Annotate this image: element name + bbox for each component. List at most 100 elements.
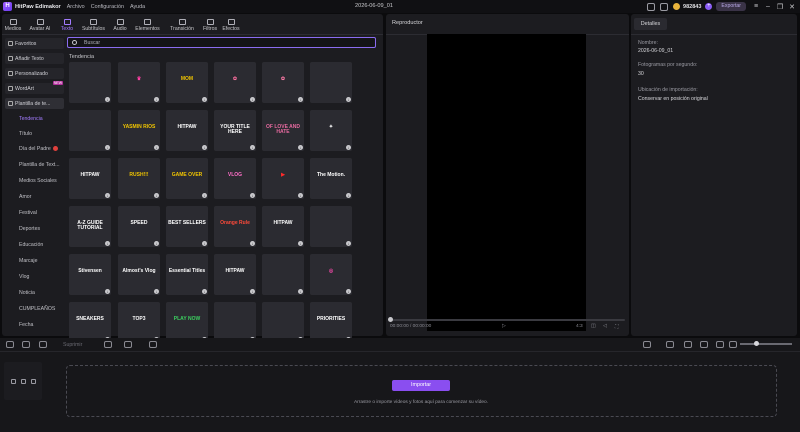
gift-icon[interactable] <box>660 2 669 11</box>
download-icon[interactable]: ↓ <box>250 193 255 198</box>
sidebar-item-plantilla[interactable]: Plantilla de te... <box>5 98 64 109</box>
subitem-dia-del-padre[interactable]: Día del Padre <box>19 146 58 152</box>
menu-ayuda[interactable]: Ayuda <box>130 4 145 10</box>
maximize-icon[interactable]: ❐ <box>776 3 784 11</box>
template-card[interactable]: SPEED ↓ <box>118 206 160 247</box>
screen-record-icon[interactable] <box>647 2 656 11</box>
undo-icon[interactable] <box>6 341 14 348</box>
download-icon[interactable]: ↓ <box>250 241 255 246</box>
template-card[interactable]: BEST SELLERS ↓ <box>166 206 208 247</box>
template-card[interactable]: ↓ <box>69 62 111 103</box>
template-card[interactable]: YASMIN RIOS ↓ <box>118 110 160 151</box>
download-icon[interactable]: ↓ <box>298 289 303 294</box>
download-icon[interactable]: ↓ <box>154 97 159 102</box>
download-icon[interactable]: ↓ <box>346 193 351 198</box>
subitem-marcaje[interactable]: Marcaje <box>19 258 37 264</box>
download-icon[interactable]: ↓ <box>105 193 110 198</box>
download-icon[interactable]: ↓ <box>202 193 207 198</box>
download-icon[interactable]: ↓ <box>202 97 207 102</box>
zoom-out-icon[interactable] <box>729 341 737 348</box>
tab-detalles[interactable]: Detalles <box>634 18 667 30</box>
sidebar-item-anadir-texto[interactable]: Añadir Texto <box>5 53 64 64</box>
add-coins-button[interactable]: + <box>705 3 713 10</box>
template-card[interactable]: HITPAW ↓ <box>166 110 208 151</box>
export-frame-icon[interactable] <box>149 341 157 348</box>
subitem-cumpleanos[interactable]: CUMPLEAÑOS <box>19 306 55 312</box>
redo-icon[interactable] <box>22 341 30 348</box>
template-card[interactable]: ↓ <box>310 62 352 103</box>
download-icon[interactable]: ↓ <box>154 289 159 294</box>
subtitle-track-icon[interactable] <box>700 341 708 348</box>
eye-icon[interactable] <box>31 379 36 384</box>
template-card[interactable]: Orange Rule ↓ <box>214 206 256 247</box>
menu-archivo[interactable]: Archivo <box>67 4 85 10</box>
delete-icon[interactable] <box>39 341 47 348</box>
subitem-tendencia[interactable]: Tendencia <box>19 116 43 122</box>
template-card[interactable]: GAME OVER ↓ <box>166 158 208 199</box>
template-card[interactable]: ▶ ↓ <box>262 158 304 199</box>
template-card[interactable]: ♛ ↓ <box>118 62 160 103</box>
split-button[interactable]: Suprimir <box>63 342 82 348</box>
download-icon[interactable]: ↓ <box>105 289 110 294</box>
template-card[interactable]: OF LOVE AND HATE ↓ <box>262 110 304 151</box>
template-card[interactable]: HITPAW ↓ <box>214 254 256 295</box>
sidebar-item-favoritos[interactable]: Favoritos <box>5 38 64 49</box>
hamburger-menu-icon[interactable]: ≡ <box>752 3 760 10</box>
download-icon[interactable]: ↓ <box>154 193 159 198</box>
template-card[interactable]: ↓ <box>214 302 256 343</box>
download-icon[interactable]: ↓ <box>298 97 303 102</box>
template-card[interactable]: A-Z GUIDE TUTORIAL ↓ <box>69 206 111 247</box>
template-card[interactable]: ↓ <box>69 110 111 151</box>
download-icon[interactable]: ↓ <box>346 145 351 150</box>
template-card[interactable]: HITPAW ↓ <box>69 158 111 199</box>
template-card[interactable]: PLAY NOW↓ <box>166 302 208 343</box>
download-icon[interactable]: ↓ <box>154 145 159 150</box>
template-card[interactable]: TOP3↓ <box>118 302 160 343</box>
subitem-noticia[interactable]: Noticia <box>19 290 35 296</box>
subitem-titulo[interactable]: Título <box>19 131 32 137</box>
download-icon[interactable]: ↓ <box>250 289 255 294</box>
magnet-icon[interactable] <box>684 341 692 348</box>
tab-filtros[interactable]: Filtros <box>200 14 220 34</box>
template-card[interactable]: ↓ <box>310 206 352 247</box>
download-icon[interactable]: ↓ <box>298 193 303 198</box>
subitem-plantilla-texto[interactable]: Plantilla de Text... <box>19 162 60 168</box>
template-card[interactable]: Almost's Vlog ↓ <box>118 254 160 295</box>
download-icon[interactable]: ↓ <box>202 241 207 246</box>
template-card[interactable]: The Motion. ↓ <box>310 158 352 199</box>
template-card[interactable]: Stivensen ↓ <box>69 254 111 295</box>
template-card[interactable]: PRIORITIES↓ <box>310 302 352 343</box>
fullscreen-icon[interactable]: ⛶ <box>615 324 618 330</box>
subitem-medios-sociales[interactable]: Medios Sociales <box>19 178 57 184</box>
subitem-deportes[interactable]: Deportes <box>19 226 40 232</box>
tab-avatar-ai[interactable]: Avatar AI <box>24 14 56 34</box>
tab-efectos[interactable]: Efectos <box>221 14 241 34</box>
tab-subtitulos[interactable]: Subtítulos <box>78 14 109 34</box>
subitem-vlog[interactable]: Vlog <box>19 274 29 280</box>
playback-slider[interactable] <box>388 317 625 322</box>
link-icon[interactable] <box>666 341 674 348</box>
download-icon[interactable]: ↓ <box>346 241 351 246</box>
template-card[interactable]: ✦ ↓ <box>310 110 352 151</box>
download-icon[interactable]: ↓ <box>250 145 255 150</box>
subitem-amor[interactable]: Amor <box>19 194 31 200</box>
download-icon[interactable]: ↓ <box>105 145 110 150</box>
playhead-knob[interactable] <box>388 317 393 322</box>
export-button[interactable]: Exportar <box>716 2 746 11</box>
zoom-slider[interactable] <box>740 343 792 345</box>
snapshot-icon[interactable]: ◫ <box>591 324 596 329</box>
subitem-fecha[interactable]: Fecha <box>19 322 33 328</box>
track-video-icon[interactable] <box>11 379 16 384</box>
download-icon[interactable]: ↓ <box>154 241 159 246</box>
template-card[interactable]: ✿ ↓ <box>214 62 256 103</box>
template-card[interactable]: ◎ ↓ <box>310 254 352 295</box>
download-icon[interactable]: ↓ <box>202 145 207 150</box>
tab-medios[interactable]: Medios <box>3 14 23 34</box>
template-card[interactable]: Essential Titles ↓ <box>166 254 208 295</box>
microphone-icon[interactable] <box>643 341 651 348</box>
template-card[interactable]: VLOG ↓ <box>214 158 256 199</box>
import-button[interactable]: Importar <box>392 380 450 391</box>
template-card[interactable]: ✿ ↓ <box>262 62 304 103</box>
template-card[interactable]: HITPAW ↓ <box>262 206 304 247</box>
template-card[interactable]: SNEAKERS↓ <box>69 302 111 343</box>
